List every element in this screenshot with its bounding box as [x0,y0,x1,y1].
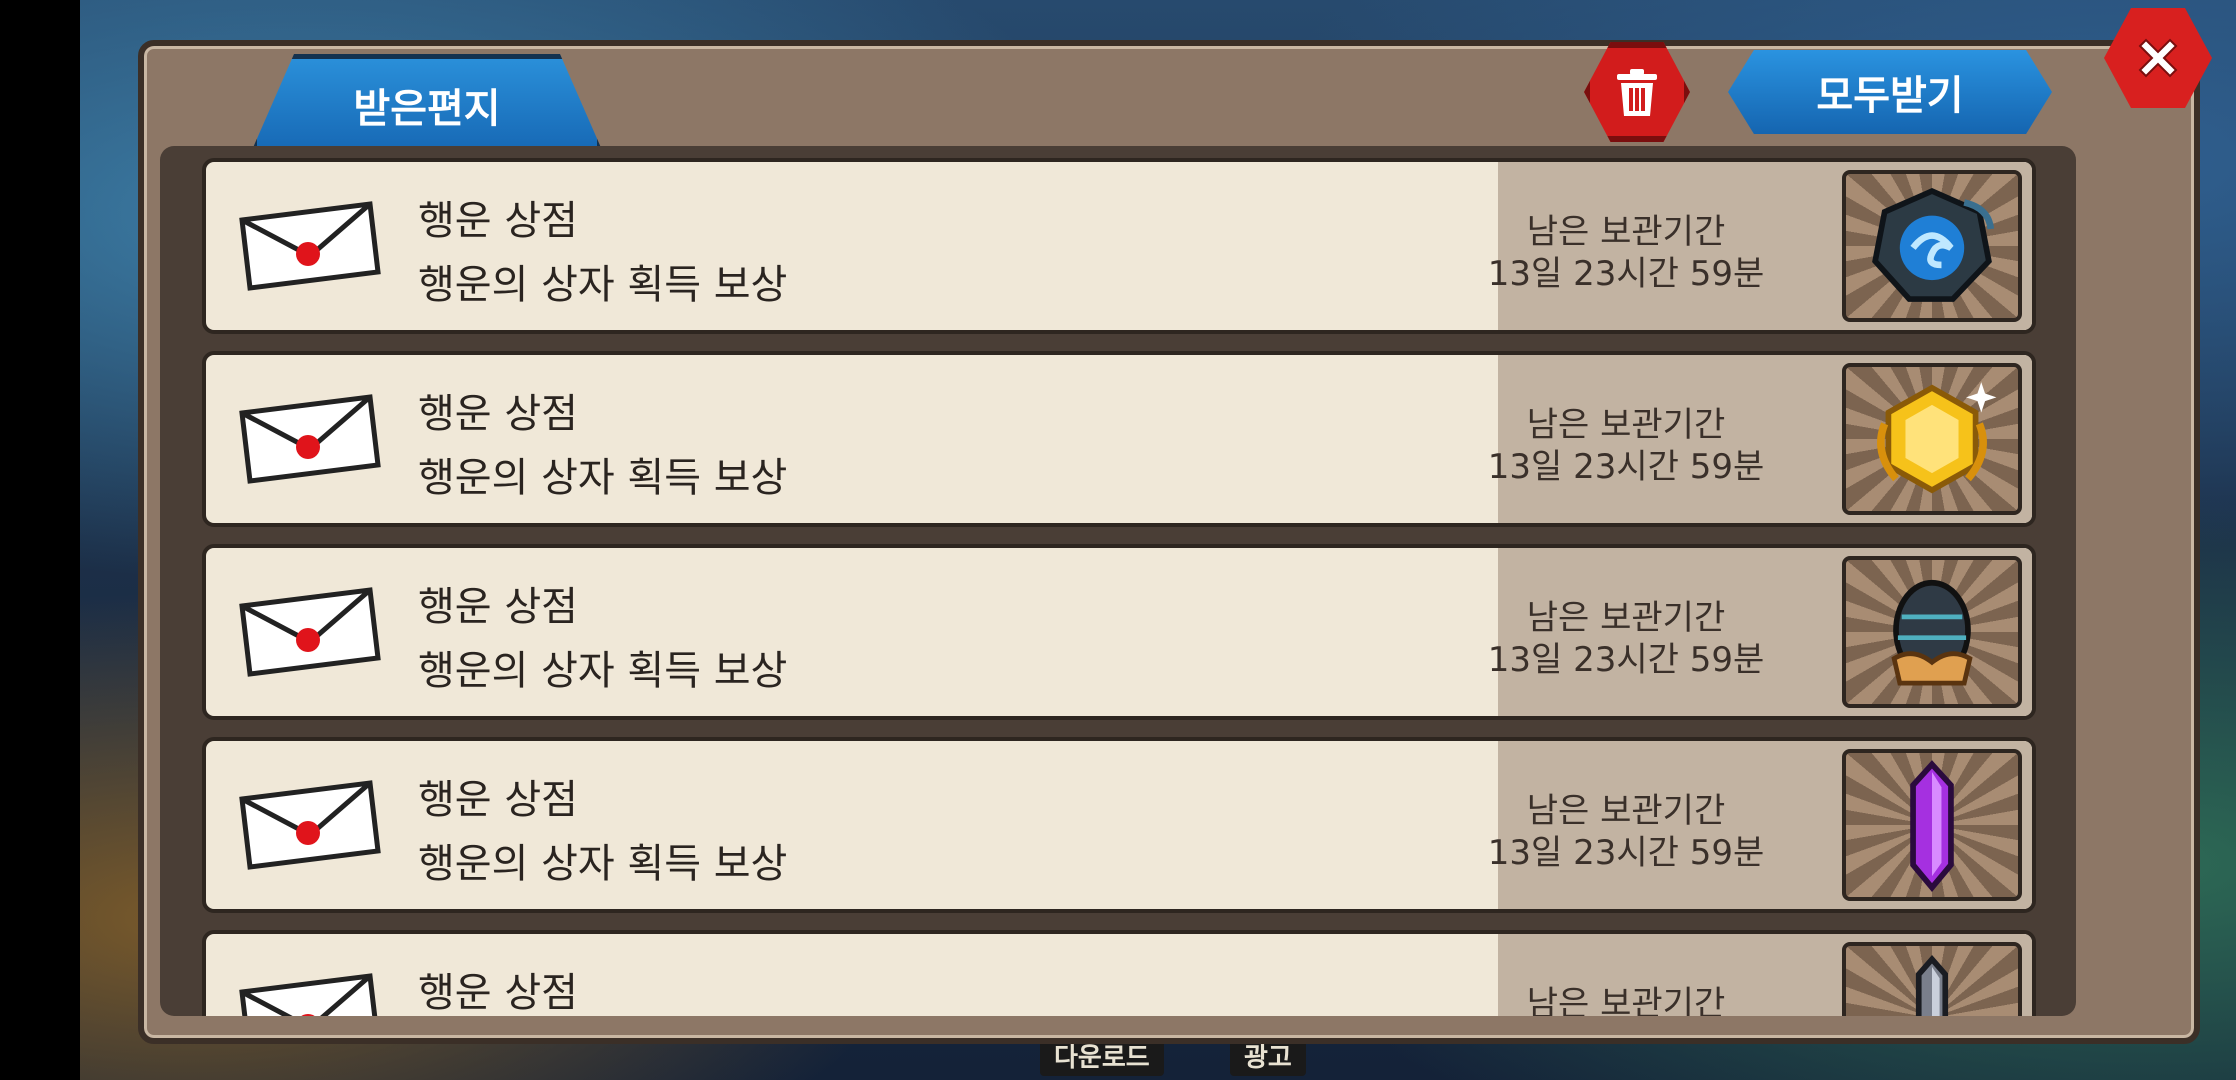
reward-item-slot[interactable] [1842,170,2022,322]
reward-item-slot[interactable] [1842,749,2022,901]
mail-sender: 행운 상점 [418,777,578,823]
mail-message: 행운의 상자 획득 보상 [418,262,788,308]
envelope-icon [239,587,381,677]
reward-item-slot[interactable] [1842,556,2022,708]
purple-crystal-icon [1910,760,1954,892]
mail-row[interactable]: 행운 상점 행운의 상자 획득 보상 남은 보관기간 13일 23시간 59분 [202,544,2036,720]
mail-message: 행운의 상자 획득 보상 [418,841,788,887]
envelope-icon [239,394,381,484]
remain-time: 13일 23시간 59분 [1487,254,1765,294]
mail-list[interactable]: 행운 상점 행운의 상자 획득 보상 남은 보관기간 13일 23시간 59분 [202,158,2036,1016]
remain-time: 13일 23시간 59분 [1487,640,1765,680]
envelope-icon [239,780,381,870]
mail-row[interactable]: 행운 상점 행운의 상자 획득 보상 남은 보관기간 13일 23시간 59분 [202,351,2036,527]
dark-egg-icon [1891,579,1973,686]
envelope-icon [239,201,381,291]
mail-list-frame: 행운 상점 행운의 상자 획득 보상 남은 보관기간 13일 23시간 59분 [160,146,2076,1016]
mail-row[interactable]: 행운 상점 행운의 상자 획득 보상 남은 보관기간 13일 23시간 59분 [202,158,2036,334]
reward-item-slot[interactable] [1842,363,2022,515]
grey-crystal-icon [1915,954,1949,1016]
blue-rune-stone-icon [1872,187,1995,302]
mail-sender: 행운 상점 [418,970,578,1016]
close-icon [2138,38,2178,78]
ad-button[interactable]: 광고 [1230,1040,1306,1076]
reward-item-slot[interactable] [1842,942,2022,1016]
envelope-icon [239,973,378,1016]
mail-sender: 행운 상점 [418,584,578,630]
receive-all-button[interactable]: 모두받기 [1728,50,2052,134]
tab-label: 받은편지 [353,86,501,132]
tab-received-mail[interactable]: 받은편지 [252,54,602,150]
mail-sender: 행운 상점 [418,198,578,244]
mail-message: 행운의 상자 획득 보상 [418,455,788,501]
remain-label: 남은 보관기간 [1526,984,1726,1016]
mail-row[interactable]: 행운 상점 남은 보관기간 [202,930,2036,1016]
download-button[interactable]: 다운로드 [1040,1040,1164,1076]
remain-time: 13일 23시간 59분 [1487,833,1765,873]
mail-message: 행운의 상자 획득 보상 [418,648,788,694]
remain-time: 13일 23시간 59분 [1487,447,1765,487]
gold-gem-icon [1877,382,1997,494]
receive-all-label: 모두받기 [1816,73,1964,119]
mail-row[interactable]: 행운 상점 행운의 상자 획득 보상 남은 보관기간 13일 23시간 59분 [202,737,2036,913]
mail-sender: 행운 상점 [418,391,578,437]
